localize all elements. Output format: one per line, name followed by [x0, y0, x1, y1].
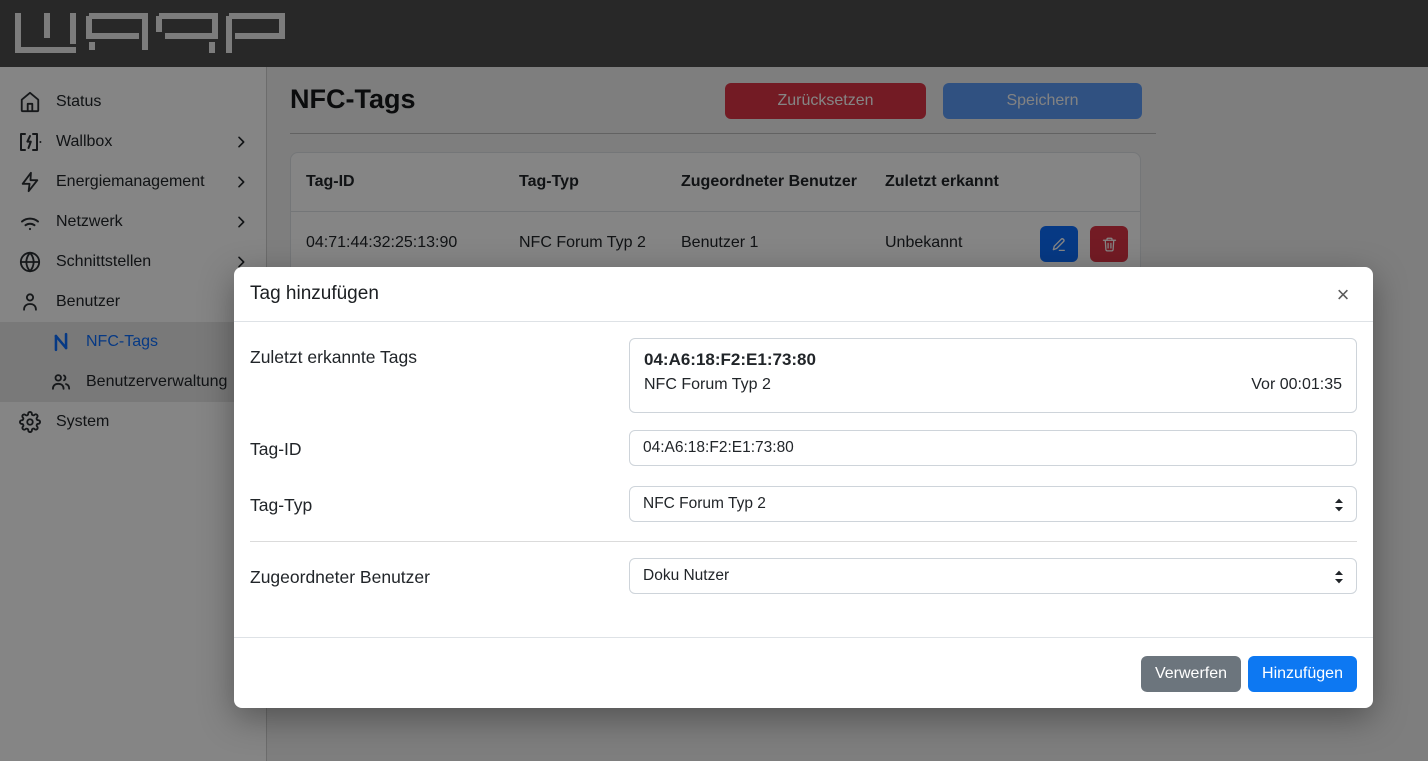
- discard-button[interactable]: Verwerfen: [1141, 656, 1241, 692]
- modal-header: Tag hinzufügen ×: [234, 267, 1373, 322]
- modal-body-divider: [250, 541, 1357, 542]
- select-arrows-icon: [1332, 495, 1346, 515]
- modal-title: Tag hinzufügen: [250, 283, 379, 305]
- assigned-user-select[interactable]: Doku Nutzer: [629, 558, 1357, 594]
- tag-id-label: Tag-ID: [250, 439, 302, 460]
- assigned-user-selected-value: Doku Nutzer: [643, 567, 729, 585]
- tag-typ-select[interactable]: NFC Forum Typ 2: [629, 486, 1357, 522]
- recent-tag-type: NFC Forum Typ 2: [644, 376, 771, 394]
- tag-id-input[interactable]: [629, 430, 1357, 466]
- modal-footer-divider: [234, 637, 1373, 638]
- close-icon[interactable]: ×: [1329, 281, 1357, 309]
- add-tag-modal: Tag hinzufügen × Zuletzt erkannte Tags 0…: [234, 267, 1373, 708]
- assigned-user-label: Zugeordneter Benutzer: [250, 567, 430, 588]
- select-arrows-icon: [1332, 567, 1346, 587]
- tag-typ-selected-value: NFC Forum Typ 2: [643, 495, 766, 513]
- tag-typ-label: Tag-Typ: [250, 495, 312, 516]
- recent-tag-ago: Vor 00:01:35: [1251, 376, 1342, 394]
- recent-tags-label: Zuletzt erkannte Tags: [250, 347, 417, 368]
- recent-tag-id: 04:A6:18:F2:E1:73:80: [644, 350, 1342, 370]
- recent-tag-box[interactable]: 04:A6:18:F2:E1:73:80 NFC Forum Typ 2 Vor…: [629, 338, 1357, 413]
- add-button[interactable]: Hinzufügen: [1248, 656, 1357, 692]
